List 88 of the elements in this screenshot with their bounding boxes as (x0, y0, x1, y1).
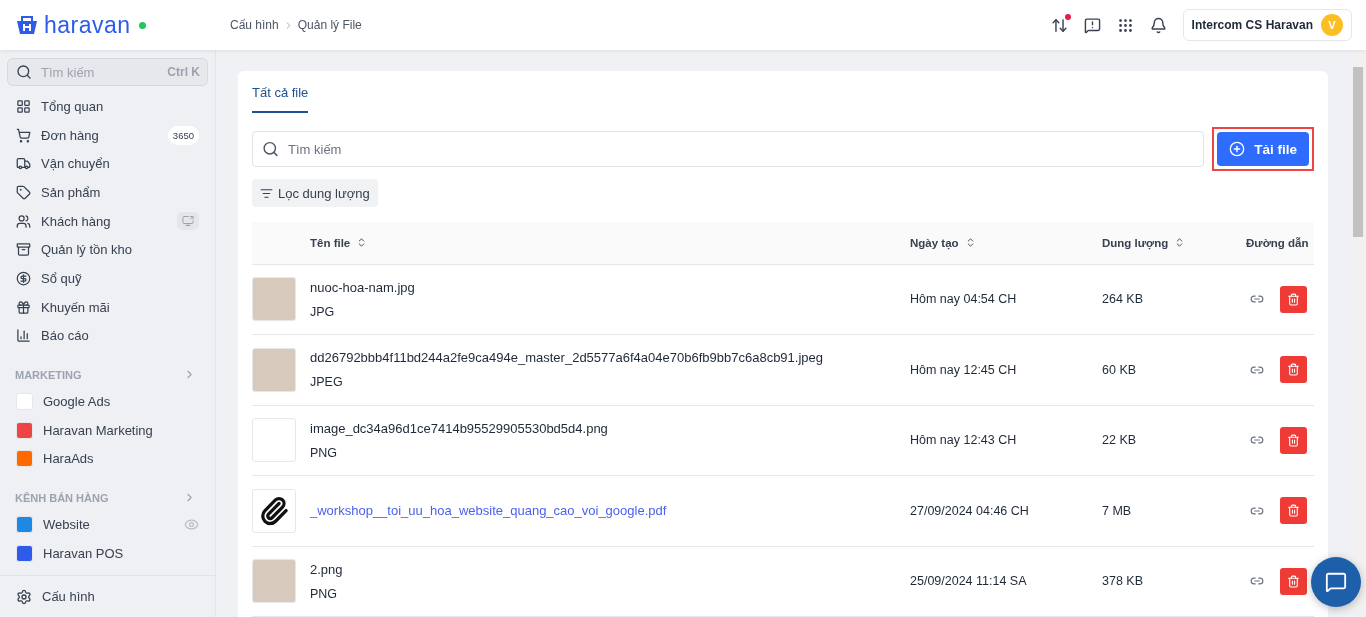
blank-thumbnail (252, 418, 296, 463)
nav-icon (16, 156, 31, 172)
brand-logo-icon (14, 13, 40, 37)
table-cell-text: Hôm nay 12:43 CH (910, 433, 1018, 448)
section-heading: KÊNH BÁN HÀNG (15, 491, 109, 504)
column-header[interactable]: Tên file (310, 236, 910, 249)
sidebar-item[interactable]: Haravan Marketing (7, 415, 208, 445)
table-cell-text: 22 KB (1102, 433, 1138, 448)
section-heading: MARKETING (15, 368, 82, 381)
account-button[interactable]: Intercom CS Haravan V (1182, 9, 1352, 41)
photo-placeholder (252, 277, 296, 322)
paperclip-icon (252, 488, 296, 533)
delete-button[interactable] (1280, 426, 1307, 454)
filter-button[interactable]: Lọc dung lượng (252, 179, 378, 208)
filter-icon (260, 186, 273, 200)
table-cell-text: 60 KB (1102, 362, 1138, 377)
table-cell-text: Hôm nay 12:45 CH (910, 362, 1018, 377)
search-icon (262, 140, 279, 158)
search-field[interactable]: Tìm kiếm (252, 131, 1205, 167)
sidebar-item[interactable]: Sản phẩm (7, 178, 208, 207)
chat-icon (1325, 571, 1347, 593)
file-name: 2.png (310, 561, 344, 577)
transfer-icon[interactable] (1050, 16, 1068, 34)
delete-button[interactable] (1280, 285, 1307, 313)
trash-icon (1287, 504, 1300, 518)
sidebar-item[interactable]: Báo cáo (7, 321, 208, 351)
file-type: JPEG (310, 375, 344, 390)
nav-icon (16, 328, 31, 344)
sidebar-item[interactable]: HaraAds (7, 444, 208, 474)
apps-grid-icon[interactable] (1116, 16, 1134, 34)
column-header[interactable]: Ngày tạo (910, 236, 1102, 249)
file-type: PNG (310, 586, 339, 601)
column-header[interactable]: Dung lượng (1102, 236, 1246, 249)
settings-item[interactable]: Cấu hình (0, 575, 215, 617)
delete-button[interactable] (1280, 567, 1307, 595)
table-cell-text: 7 MB (1102, 503, 1133, 518)
delete-button[interactable] (1280, 356, 1307, 384)
table-cell-text: 25/09/2024 11:14 SA (910, 574, 1028, 589)
sidebar-item[interactable]: Đơn hàng 3650 (7, 120, 208, 150)
sidebar-item[interactable]: Haravan POS (7, 538, 208, 568)
nav-icon (16, 299, 31, 315)
feedback-icon[interactable] (1083, 16, 1101, 34)
avatar: V (1321, 14, 1343, 36)
breadcrumb-link[interactable]: Cấu hình (230, 18, 279, 32)
sidebar-item[interactable]: Vận chuyển (7, 149, 208, 179)
nav-icon (16, 98, 31, 114)
count-badge: 3650 (167, 125, 199, 145)
brand-name: haravan (44, 11, 131, 39)
table-cell-text: Hôm nay 04:54 CH (910, 292, 1018, 307)
search-icon (16, 64, 32, 80)
sidebar-item[interactable]: Khách hàng (7, 206, 208, 236)
nav-icon (16, 127, 31, 143)
upload-button[interactable]: Tải file (1217, 132, 1309, 166)
sidebar-item[interactable]: Sổ quỹ (7, 264, 208, 293)
column-header: Đường dẫn (1246, 236, 1310, 249)
sidebar-item[interactable]: Google Ads (7, 387, 208, 416)
trash-icon (1287, 433, 1300, 447)
tab[interactable]: Tất cả file (252, 71, 309, 113)
sidebar-item[interactable]: Tổng quan (7, 92, 208, 121)
nav-icon (16, 270, 31, 286)
file-type: JPG (310, 304, 336, 319)
table-cell-text: 264 KB (1102, 292, 1144, 307)
sidebar-item[interactable]: Khuyến mãi (7, 292, 208, 322)
nav-icon (16, 184, 31, 200)
file-name: image_dc34a96d1ce7414b95529905530bd5d4.png (310, 420, 609, 436)
trash-icon (1287, 292, 1300, 306)
nav-icon (16, 242, 31, 258)
nav-icon (16, 213, 31, 229)
delete-button[interactable] (1280, 497, 1307, 525)
sidebar-item[interactable]: Quản lý tồn kho (7, 235, 208, 265)
photo-placeholder (252, 347, 296, 392)
file-name: dd26792bbb4f11bd244a2fe9ca494e_master_2d5577a6f4a04e70b6fb9bb7c6a8cb91.jpeg (310, 350, 824, 366)
bell-icon[interactable] (1149, 16, 1167, 34)
file-type: PNG (310, 445, 339, 460)
trash-icon (1287, 363, 1300, 377)
breadcrumb-link[interactable]: Quản lý File (297, 18, 362, 32)
table-cell-text: 27/09/2024 04:46 CH (910, 503, 1030, 518)
trash-icon (1287, 574, 1300, 588)
status-dot (138, 21, 146, 29)
sidebar-item[interactable]: Website (7, 510, 208, 539)
settings-icon (16, 588, 32, 605)
photo-placeholder (252, 559, 296, 604)
file-link[interactable]: _workshop__toi_uu_hoa_website_quang_cao_voi_google.pdf (310, 503, 910, 519)
table-cell-text: 378 KB (1102, 574, 1144, 589)
scrollbar-thumb[interactable] (1353, 67, 1363, 237)
shortcut-hint: Ctrl K (167, 65, 200, 79)
plus-circle-icon (1229, 141, 1246, 157)
file-name: nuoc-hoa-nam.jpg (310, 279, 416, 295)
